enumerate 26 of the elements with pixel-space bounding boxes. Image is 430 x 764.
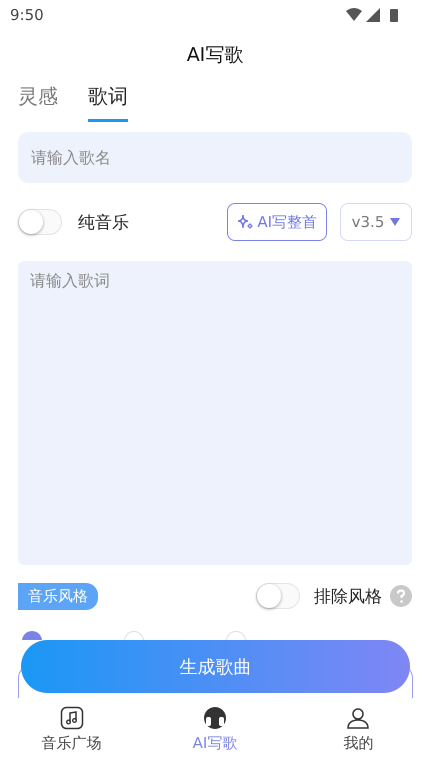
version-dropdown[interactable]: v3.5	[340, 203, 412, 241]
nav-item[interactable]: AI写歌	[143, 698, 287, 764]
radio-button[interactable]	[124, 631, 144, 640]
nav-item[interactable]: 音乐广场	[0, 698, 144, 764]
radio-button[interactable]	[226, 631, 246, 640]
lyrics-field[interactable]: 请输入歌词	[18, 261, 412, 565]
headphones-icon	[202, 706, 227, 730]
switch-label: 排除风格	[314, 586, 382, 608]
person-icon	[346, 706, 370, 730]
style-tag: 音乐风格	[18, 582, 98, 610]
music-note-icon	[60, 706, 84, 730]
ai-write-button[interactable]: AI写整首	[227, 203, 327, 241]
radio-button[interactable]	[22, 631, 42, 640]
switch-label: 纯音乐	[78, 212, 129, 234]
tab[interactable]: 歌词	[88, 80, 128, 122]
sparkle-icon	[237, 214, 254, 230]
page-title: AI写歌	[186, 43, 244, 68]
help-icon[interactable]	[390, 585, 412, 607]
tab[interactable]: 灵感	[18, 80, 58, 122]
nav-item[interactable]: 我的	[286, 698, 430, 764]
toggle-switch[interactable]	[18, 209, 62, 235]
status-time: 9:50	[10, 6, 44, 24]
toggle-switch[interactable]	[256, 583, 300, 609]
caret-icon	[390, 218, 400, 226]
generate-button[interactable]: 生成歌曲	[21, 640, 410, 693]
song-name-field[interactable]: 请输入歌名	[18, 132, 412, 183]
